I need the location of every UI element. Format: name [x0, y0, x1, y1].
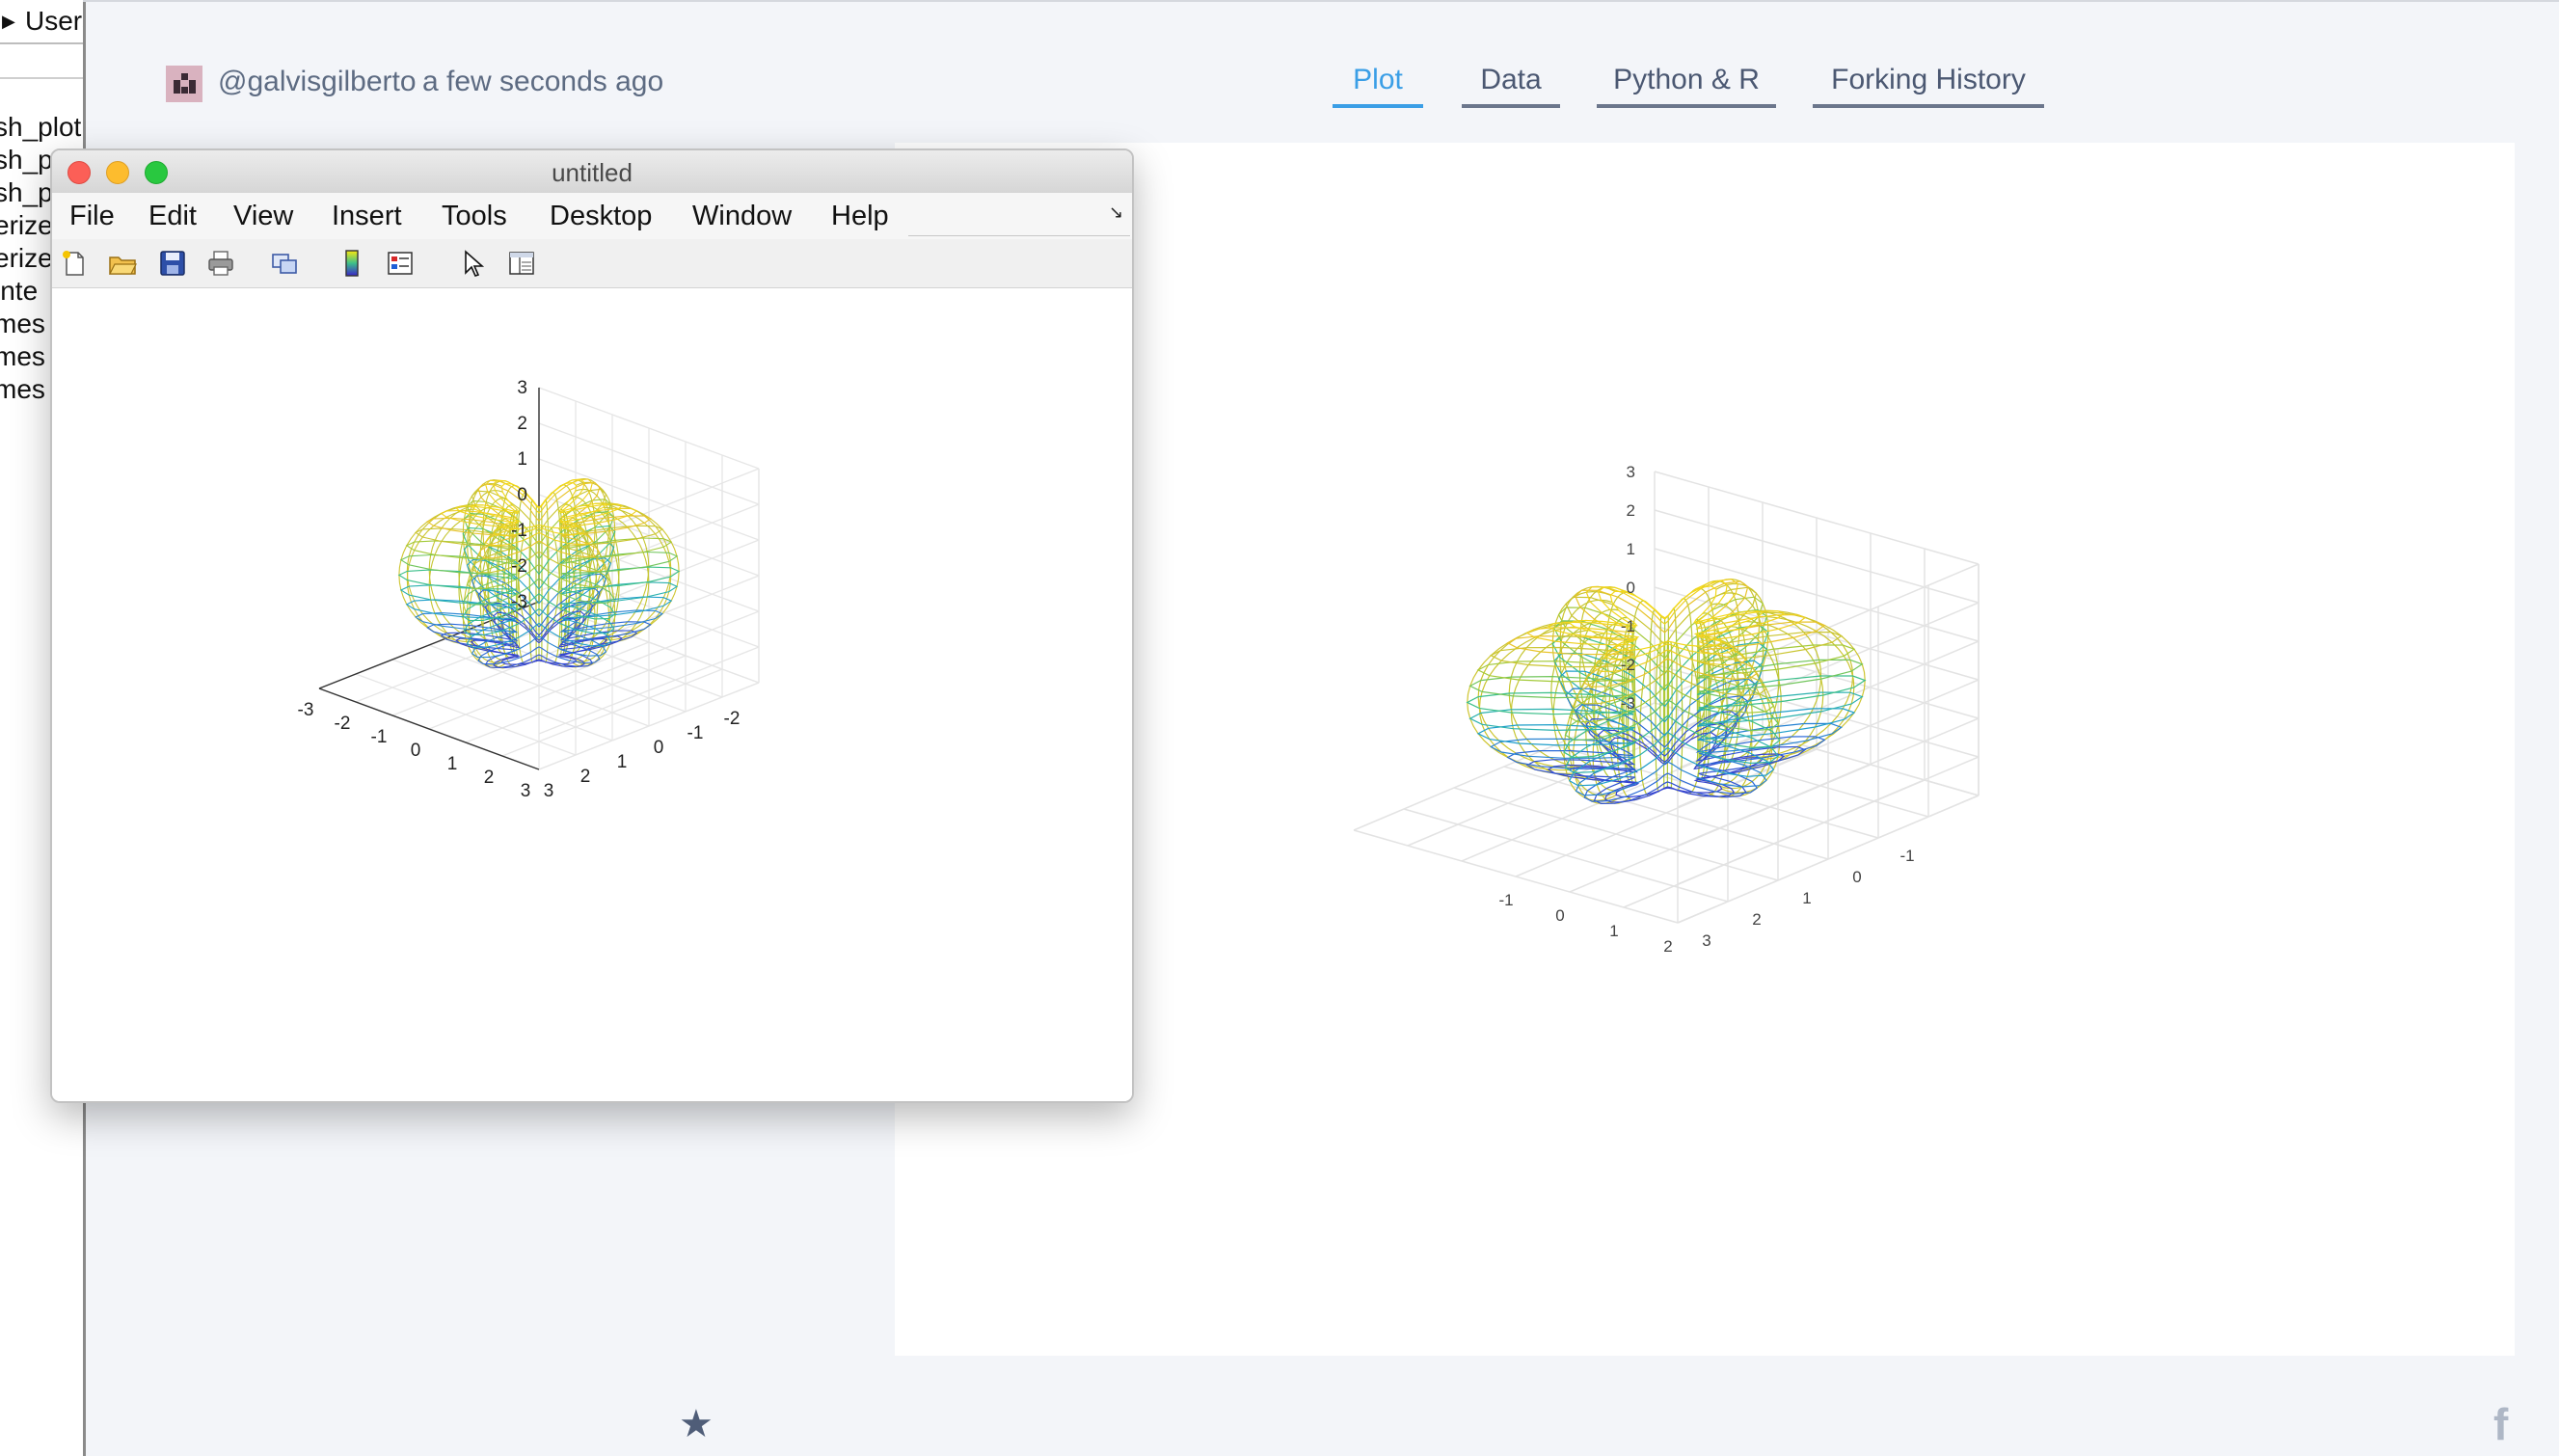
z-tick-label: 0 — [1627, 579, 1635, 597]
y-tick-label: 1 — [447, 754, 458, 774]
x-tick-label: 2 — [1752, 910, 1761, 929]
x-tick-label: -2 — [724, 709, 741, 729]
y-tick-label: -1 — [371, 727, 388, 747]
tab-plot[interactable]: Plot — [1333, 64, 1423, 108]
top-border — [83, 0, 2559, 2]
matlab-tick-labels: 3 2 1 0 -1 -2 -3 3 2 1 0 -1 -2 -3 -2 -1 0 1 2 3 — [298, 378, 741, 801]
y-tick-label: 3 — [521, 781, 531, 801]
menu-view[interactable]: View — [233, 201, 293, 232]
window-title: untitled — [552, 158, 633, 187]
x-tick-label: 1 — [617, 752, 628, 772]
pointer-icon[interactable] — [457, 249, 486, 278]
z-tick-label: -2 — [1621, 656, 1635, 674]
figure-window[interactable]: untitled File Edit View Insert Tools Des… — [50, 148, 1134, 1103]
menu-edit[interactable]: Edit — [148, 201, 197, 232]
z-tick-label: 0 — [517, 485, 527, 505]
menu-insert[interactable]: Insert — [332, 201, 402, 232]
folder-label: Users — [25, 6, 83, 36]
tab-forking-history[interactable]: Forking History — [1813, 64, 2044, 108]
z-tick-label: 1 — [1627, 540, 1635, 558]
z-tick-label: -3 — [511, 592, 527, 612]
window-titlebar[interactable]: untitled — [52, 150, 1132, 194]
z-tick-label: -3 — [1621, 694, 1635, 713]
divider — [0, 77, 83, 79]
z-tick-label: 2 — [517, 414, 527, 434]
z-tick-label: -2 — [511, 556, 527, 577]
facebook-icon[interactable]: f — [2493, 1398, 2508, 1450]
save-icon[interactable] — [158, 249, 187, 278]
x-tick-label: 0 — [654, 738, 664, 758]
z-tick-label: 2 — [1627, 501, 1635, 520]
y-tick-label: 2 — [1663, 937, 1672, 956]
z-tick-label: 1 — [517, 449, 527, 470]
tab-data[interactable]: Data — [1462, 64, 1560, 108]
tab-label: Forking History — [1831, 64, 2026, 95]
x-tick-label: 0 — [1852, 868, 1861, 886]
plotly-3d-mesh-svg[interactable]: 3 2 1 0 -1 -2 -3 2 1 0 -1 3 2 1 0 -1 — [895, 143, 2515, 1356]
plotly-grid — [1353, 471, 1980, 924]
z-tick-label: 3 — [1627, 463, 1635, 481]
menu-separator — [908, 235, 1130, 236]
file-item[interactable]: mes — [0, 374, 45, 405]
file-item[interactable]: sh_p — [0, 177, 53, 208]
plotly-chart-area[interactable]: 3 2 1 0 -1 -2 -3 2 1 0 -1 3 2 1 0 -1 — [895, 143, 2515, 1356]
y-tick-label: -1 — [1498, 891, 1513, 909]
open-file-icon[interactable] — [108, 249, 137, 278]
y-tick-label: 2 — [484, 768, 495, 788]
property-inspector-icon[interactable] — [507, 249, 536, 278]
z-tick-label: 3 — [517, 378, 527, 398]
menu-file[interactable]: File — [69, 201, 115, 232]
y-tick-label: -2 — [335, 714, 351, 734]
colorbar-icon[interactable] — [337, 249, 366, 278]
y-tick-label: -3 — [298, 700, 314, 720]
x-tick-label: 3 — [544, 781, 554, 801]
file-item[interactable]: inte — [0, 276, 38, 307]
z-tick-label: -1 — [511, 521, 527, 541]
link-plot-icon[interactable] — [270, 249, 299, 278]
file-item[interactable]: sh_plot — [0, 112, 81, 143]
post-timestamp: a few seconds ago — [422, 66, 664, 97]
username-link[interactable]: @galvisgilberto — [218, 66, 417, 98]
file-item[interactable]: mes — [0, 309, 45, 339]
tab-python-r[interactable]: Python & R — [1597, 64, 1776, 108]
y-tick-label: 1 — [1609, 922, 1618, 940]
x-tick-label: 2 — [580, 767, 591, 787]
menu-tools[interactable]: Tools — [442, 201, 507, 232]
file-item[interactable]: mes — [0, 341, 45, 372]
dock-arrow-icon[interactable]: ↘ — [1109, 202, 1123, 223]
figure-menubar: File Edit View Insert Tools Desktop Wind… — [52, 193, 1132, 240]
star-icon[interactable]: ★ — [679, 1402, 714, 1446]
new-figure-icon[interactable] — [60, 249, 89, 278]
y-tick-label: 0 — [1555, 906, 1564, 925]
figure-canvas[interactable]: 3 2 1 0 -1 -2 -3 3 2 1 0 -1 -2 -3 -2 -1 0 1 2 3 — [52, 289, 1132, 1101]
x-tick-label: 3 — [1702, 931, 1710, 950]
menu-window[interactable]: Window — [692, 201, 792, 232]
file-item[interactable]: erize — [0, 210, 53, 241]
figure-toolbar — [52, 239, 1132, 288]
file-item[interactable]: erize — [0, 243, 53, 274]
tab-label: Plot — [1353, 64, 1403, 95]
x-tick-label: -1 — [1899, 847, 1914, 865]
file-browser-header[interactable]: ▶ Users — [0, 0, 83, 44]
x-tick-label: 1 — [1802, 889, 1811, 907]
z-tick-label: -1 — [1621, 617, 1635, 635]
x-tick-label: -1 — [687, 723, 704, 743]
plotly-mesh-surface — [1466, 578, 1867, 805]
avatar[interactable] — [166, 66, 202, 102]
tab-label: Data — [1480, 64, 1542, 95]
expand-triangle-icon[interactable]: ▶ — [2, 12, 15, 32]
file-item[interactable]: sh_p — [0, 145, 53, 175]
matlab-3d-mesh-svg[interactable]: 3 2 1 0 -1 -2 -3 3 2 1 0 -1 -2 -3 -2 -1 0 1 2 3 — [52, 289, 1132, 1101]
y-tick-label: 0 — [411, 741, 421, 761]
menu-desktop[interactable]: Desktop — [550, 201, 652, 232]
tab-label: Python & R — [1613, 64, 1760, 95]
menu-help[interactable]: Help — [831, 201, 889, 232]
print-icon[interactable] — [206, 249, 235, 278]
legend-icon[interactable] — [386, 249, 415, 278]
